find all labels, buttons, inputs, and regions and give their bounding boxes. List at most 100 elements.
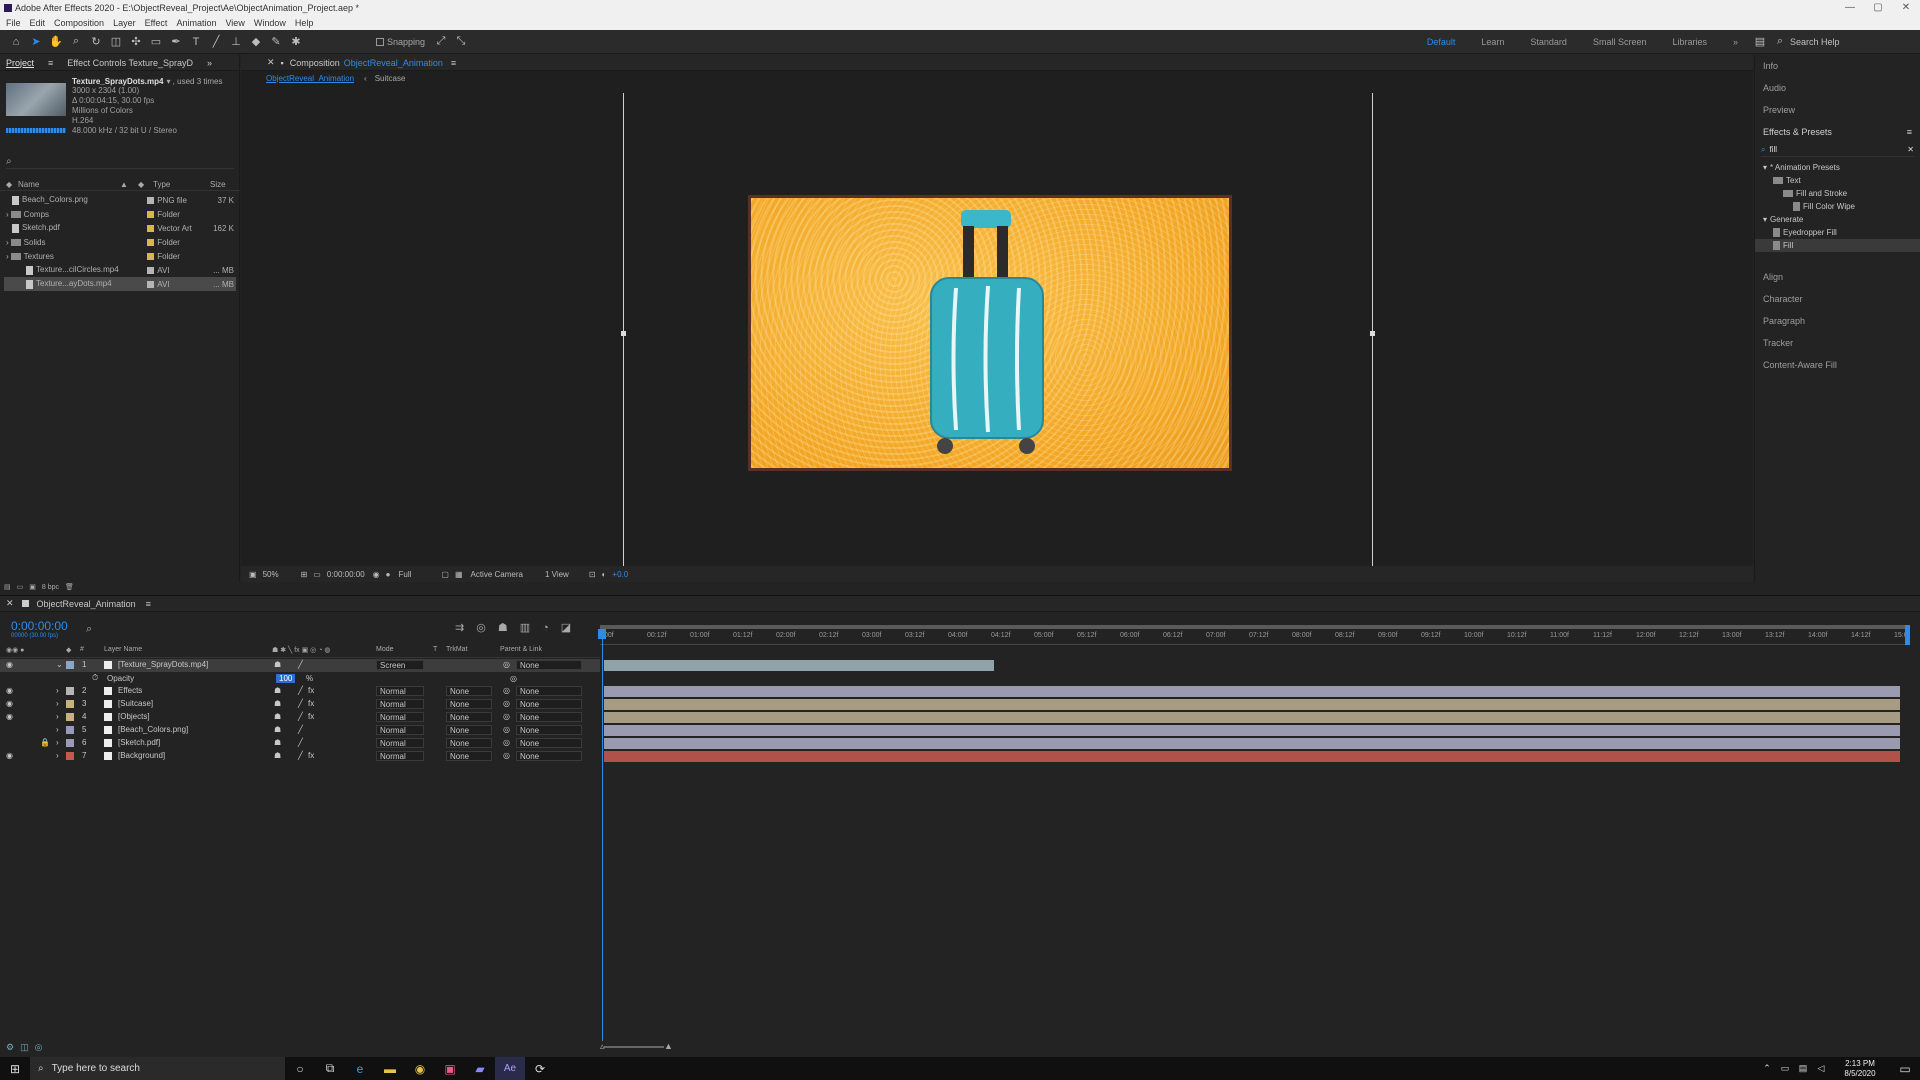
pickwhip-icon[interactable]: ◎ <box>510 674 517 683</box>
edge-browser-icon[interactable]: e <box>345 1057 375 1080</box>
trkmat-dropdown[interactable]: None <box>446 725 492 735</box>
breadcrumb-item-objectreveal[interactable]: ObjectReveal_Animation <box>266 74 354 83</box>
pickwhip-icon[interactable]: ◎ <box>503 686 510 695</box>
layer-row[interactable]: ◉ › 4 [Objects] ☗ ╱ fx Normal None ◎ None <box>0 711 600 724</box>
composition-tab-label[interactable]: Composition <box>290 58 340 68</box>
expand-arrow-icon[interactable]: › <box>6 210 9 219</box>
new-folder-icon[interactable]: ▭ <box>17 583 24 591</box>
current-time-readout[interactable]: 0:00:00:00 <box>327 570 365 579</box>
label-color[interactable] <box>147 252 155 260</box>
after-effects-icon[interactable]: Ae <box>495 1057 525 1080</box>
visibility-eye-icon[interactable]: ◉ <box>6 660 13 669</box>
effects-tree-item[interactable]: Text <box>1755 174 1920 187</box>
layer-row[interactable]: 🔒 › 6 [Sketch.pdf] ☗ ╱ Normal None ◎ None <box>0 737 600 750</box>
notifications-icon[interactable]: ▭ <box>1890 1057 1920 1080</box>
effects-presets-header[interactable]: Effects & Presets ≡ <box>1755 121 1920 143</box>
transparency-grid-icon[interactable]: ▦ <box>455 570 463 579</box>
column-name[interactable]: Name <box>18 180 39 189</box>
tray-volume-icon[interactable]: ◁ <box>1812 1057 1830 1080</box>
label-color[interactable] <box>147 238 155 246</box>
quality-switch-icon[interactable]: ╱ <box>298 751 303 760</box>
effects-tree-item[interactable]: Fill and Stroke <box>1755 187 1920 200</box>
label-color[interactable] <box>147 266 155 274</box>
layer-row[interactable]: ◉ › 3 [Suitcase] ☗ ╱ fx Normal None ◎ None <box>0 698 600 711</box>
label-color[interactable] <box>147 210 155 218</box>
workspace-small-screen[interactable]: Small Screen <box>1593 37 1647 47</box>
motion-blur-icon[interactable]: ◔ <box>542 622 549 634</box>
quality-switch-icon[interactable]: ╱ <box>298 738 303 747</box>
rotate-tool-icon[interactable]: ↻ <box>88 34 104 50</box>
new-comp-icon[interactable]: ▣ <box>29 583 36 591</box>
expand-arrow-icon[interactable]: › <box>56 699 59 708</box>
task-view-icon[interactable]: ⧉ <box>315 1057 345 1080</box>
search-help-icon[interactable]: ⌕ <box>1772 34 1788 50</box>
snap-option-icon[interactable]: ⤢ <box>433 34 449 50</box>
camera-tool-icon[interactable]: ◫ <box>108 34 124 50</box>
menu-animation[interactable]: Animation <box>176 18 216 28</box>
quality-switch-icon[interactable]: ╱ <box>298 725 303 734</box>
layer-label-color[interactable] <box>66 687 74 695</box>
tray-network-icon[interactable]: ▤ <box>1794 1057 1812 1080</box>
trkmat-dropdown[interactable]: None <box>446 686 492 696</box>
shy-switch-icon[interactable]: ☗ <box>274 725 281 734</box>
breadcrumb-item-suitcase[interactable]: Suitcase <box>375 74 406 83</box>
timeline-timecode[interactable]: 0:00:00:00 <box>11 619 68 633</box>
bit-depth[interactable]: 8 bpc <box>42 584 59 591</box>
project-menu-icon[interactable]: ≡ <box>48 58 53 68</box>
frame-blending-icon[interactable]: ▥ <box>520 621 530 634</box>
pickwhip-icon[interactable]: ◎ <box>503 712 510 721</box>
camera-select[interactable]: Active Camera <box>471 570 523 579</box>
project-item-row[interactable]: › Solids Folder <box>4 235 236 249</box>
cortana-icon[interactable]: ○ <box>285 1057 315 1080</box>
magnification-select[interactable]: 50% <box>263 570 279 579</box>
roi-icon[interactable]: ▢ <box>441 570 449 579</box>
view-layout-select[interactable]: 1 View <box>545 570 569 579</box>
zoom-tool-icon[interactable]: ⌕ <box>68 34 84 50</box>
pickwhip-icon[interactable]: ◎ <box>503 738 510 747</box>
layer-row[interactable]: ◉ ⌄ 1 [Texture_SprayDots.mp4] ☗ ╱ Screen ◎ None <box>0 659 600 672</box>
workspace-more[interactable]: » <box>1733 37 1738 47</box>
timeline-search-icon[interactable]: ⌕ <box>86 623 92 636</box>
effects-menu-icon[interactable]: ≡ <box>1907 127 1912 137</box>
chrome-icon[interactable]: ◉ <box>405 1057 435 1080</box>
menu-view[interactable]: View <box>225 18 244 28</box>
visibility-eye-icon[interactable]: ◉ <box>6 686 13 695</box>
layer-label-color[interactable] <box>66 700 74 708</box>
fx-switch-icon[interactable]: fx <box>308 686 314 695</box>
shy-switch-icon[interactable]: ☗ <box>274 712 281 721</box>
panel-paragraph[interactable]: Paragraph <box>1755 310 1920 332</box>
project-item-row[interactable]: Sketch.pdf Vector Art 162 K <box>4 221 236 235</box>
snapping-checkbox[interactable] <box>376 37 384 46</box>
effects-tree-item[interactable]: Eyedropper Fill <box>1755 226 1920 239</box>
close-tab-icon[interactable]: ✕ <box>6 598 14 609</box>
fx-switch-icon[interactable]: fx <box>308 699 314 708</box>
layer-label-color[interactable] <box>66 752 74 760</box>
layer-duration-bar[interactable] <box>604 712 1900 723</box>
tray-chevron-icon[interactable]: ⌃ <box>1758 1057 1776 1080</box>
menu-file[interactable]: File <box>6 18 21 28</box>
quality-switch-icon[interactable]: ╱ <box>298 712 303 721</box>
project-item-row[interactable]: Texture...cilCircles.mp4 AVI ... MB <box>4 263 236 277</box>
expand-arrow-icon[interactable]: › <box>6 252 9 261</box>
expand-transfer-controls-icon[interactable]: ◎ <box>35 1042 43 1053</box>
panel-tracker[interactable]: Tracker <box>1755 332 1920 354</box>
stopwatch-icon[interactable]: ⏱ <box>92 673 98 683</box>
zoom-slider[interactable] <box>604 1046 664 1048</box>
opacity-value-field[interactable]: 100 <box>276 673 296 683</box>
clear-search-icon[interactable]: ✕ <box>1907 145 1914 154</box>
hand-tool-icon[interactable]: ✋ <box>48 34 64 50</box>
layer-label-color[interactable] <box>66 726 74 734</box>
layer-duration-bar[interactable] <box>604 660 994 671</box>
project-item-row[interactable]: › Textures Folder <box>4 249 236 263</box>
safe-zones-icon[interactable]: ⊞ <box>301 570 308 579</box>
blend-mode-dropdown[interactable]: Normal <box>376 686 424 696</box>
blend-mode-dropdown[interactable]: Normal <box>376 738 424 748</box>
photos-app-icon[interactable]: ▣ <box>435 1057 465 1080</box>
zoom-in-icon[interactable]: ▲ <box>664 1041 673 1051</box>
tab-effect-controls[interactable]: Effect Controls Texture_SprayD <box>67 58 193 68</box>
guide-handle[interactable] <box>621 331 626 336</box>
timeline-menu-icon[interactable]: ≡ <box>146 599 151 609</box>
layer-name[interactable]: [Objects] <box>118 712 150 721</box>
trkmat-dropdown[interactable]: None <box>446 699 492 709</box>
layer-name[interactable]: [Texture_SprayDots.mp4] <box>118 660 208 669</box>
